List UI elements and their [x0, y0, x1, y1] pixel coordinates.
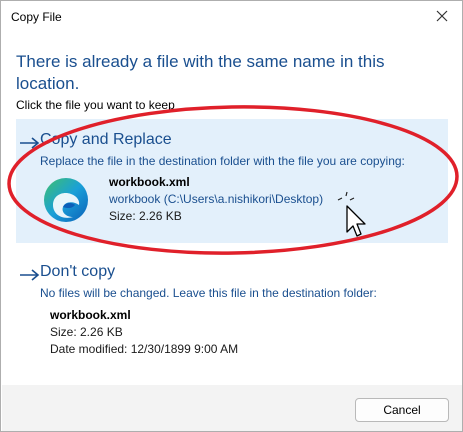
- file-size: Size: 2.26 KB: [109, 209, 182, 223]
- edge-browser-icon: [44, 178, 88, 222]
- file-path: workbook (C:\Users\a.nishikori\Desktop): [109, 192, 324, 206]
- file-name: workbook.xml: [50, 308, 131, 322]
- copy-and-replace-option[interactable]: Copy and Replace Replace the file in the…: [16, 119, 448, 243]
- arrow-right-icon: [20, 137, 40, 149]
- option-description: Replace the file in the destination fold…: [40, 154, 405, 168]
- close-icon[interactable]: [432, 6, 452, 26]
- option-description: No files will be changed. Leave this fil…: [40, 286, 377, 300]
- arrow-right-icon: [20, 269, 40, 281]
- cancel-button[interactable]: Cancel: [355, 398, 449, 422]
- instruction-text: Click the file you want to keep: [16, 98, 175, 112]
- file-size: Size: 2.26 KB: [50, 325, 123, 339]
- title-bar: Copy File: [1, 1, 462, 33]
- file-name: workbook.xml: [109, 175, 190, 189]
- dont-copy-option[interactable]: Don't copy No files will be changed. Lea…: [16, 257, 448, 361]
- file-date-modified: Date modified: 12/30/1899 9:00 AM: [50, 342, 239, 356]
- window-title: Copy File: [11, 10, 62, 24]
- dialog-heading: There is already a file with the same na…: [16, 52, 385, 93]
- option-title: Copy and Replace: [40, 131, 172, 148]
- option-title: Don't copy: [40, 263, 116, 280]
- copy-file-dialog: Copy File There is already a file with t…: [0, 0, 463, 432]
